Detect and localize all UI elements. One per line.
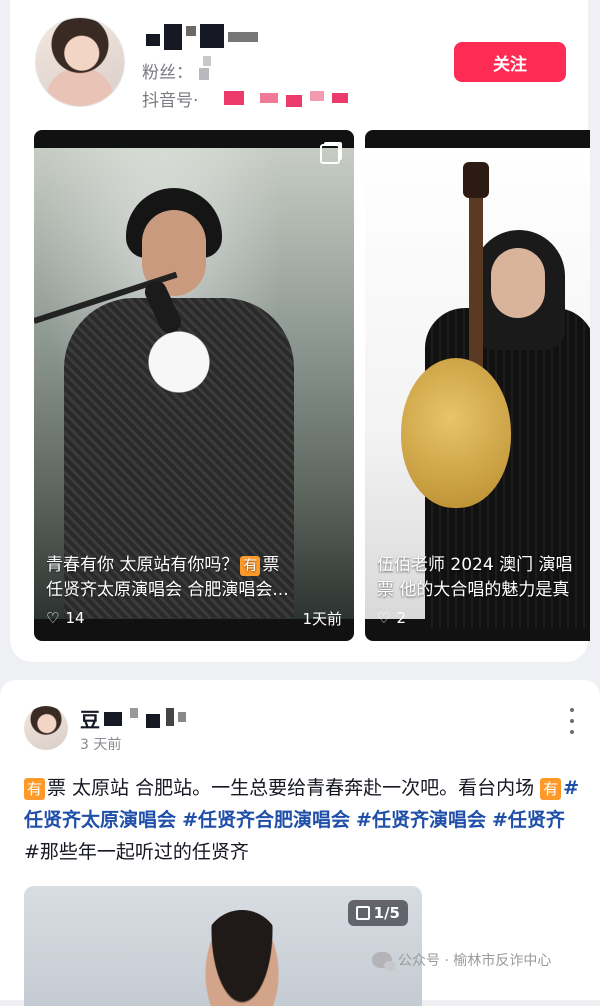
hashtag[interactable]: #任贤齐演唱会: [356, 809, 486, 831]
video-thumbnail: [34, 148, 354, 619]
guitar-body: [401, 358, 511, 508]
multi-image-icon: [320, 144, 340, 164]
heart-icon[interactable]: ♡: [46, 609, 59, 627]
post-author-avatar[interactable]: [24, 706, 68, 750]
profile-avatar[interactable]: [36, 18, 124, 106]
person-photo: [204, 910, 280, 1006]
post-author-name[interactable]: 豆: [80, 704, 100, 733]
follow-button[interactable]: 关注: [454, 42, 566, 82]
hashtag[interactable]: #任贤齐: [492, 809, 565, 831]
fans-label: 粉丝：: [142, 63, 193, 83]
watermark: 公众号 · 榆林市反诈中心: [372, 950, 551, 971]
post-body: 有票 太原站 合肥站。一生总要给青春奔赴一次吧。看台内场 有 #任贤齐太原演唱会 …: [24, 777, 580, 863]
ticket-badge: 有: [240, 556, 261, 576]
ticket-badge: 有: [24, 778, 46, 800]
guitar-head: [463, 162, 489, 198]
gallery-icon: [355, 906, 370, 920]
video-stats: ♡ 2: [377, 607, 578, 629]
fans-count-redacted: [199, 56, 219, 84]
post-time: 3 天前: [80, 737, 122, 753]
hashtag[interactable]: #那些年一起听过的任贤齐: [24, 841, 249, 863]
guitarist-face: [491, 248, 545, 318]
profile-name-redacted: [146, 24, 266, 54]
image-counter: 1/5: [347, 900, 408, 926]
video-tile[interactable]: 伍佰老师 2024 澳门 演唱 票 他的大合唱的魅力是真 ♡ 2: [365, 130, 590, 641]
douyin-id-redacted: [220, 91, 360, 107]
post-author-name-redacted: [104, 708, 194, 730]
ticket-badge: 有: [540, 778, 562, 800]
guitar-neck: [469, 188, 483, 378]
video-stats: ♡ 14 1天前: [46, 607, 342, 629]
video-thumbnail: [365, 148, 590, 628]
video-date: 1天前: [302, 609, 342, 628]
like-count: 14: [65, 609, 85, 627]
heart-icon[interactable]: ♡: [377, 609, 390, 627]
like-count: 2: [396, 609, 406, 627]
douyin-id-label: 抖音号·: [142, 91, 199, 111]
more-options-icon[interactable]: [564, 708, 580, 734]
video-caption: 伍佰老师 2024 澳门 演唱 票 他的大合唱的魅力是真: [377, 555, 573, 600]
video-tile[interactable]: 青春有你 太原站有你吗？有票 任贤齐太原演唱会 合肥演唱会... ♡ 14 1天…: [34, 130, 354, 641]
post-image[interactable]: 1/5: [24, 886, 422, 1006]
wechat-icon: [372, 952, 396, 971]
hashtag[interactable]: #任贤齐合肥演唱会: [182, 809, 350, 831]
video-caption: 青春有你 太原站有你吗？有票 任贤齐太原演唱会 合肥演唱会...: [46, 555, 289, 600]
